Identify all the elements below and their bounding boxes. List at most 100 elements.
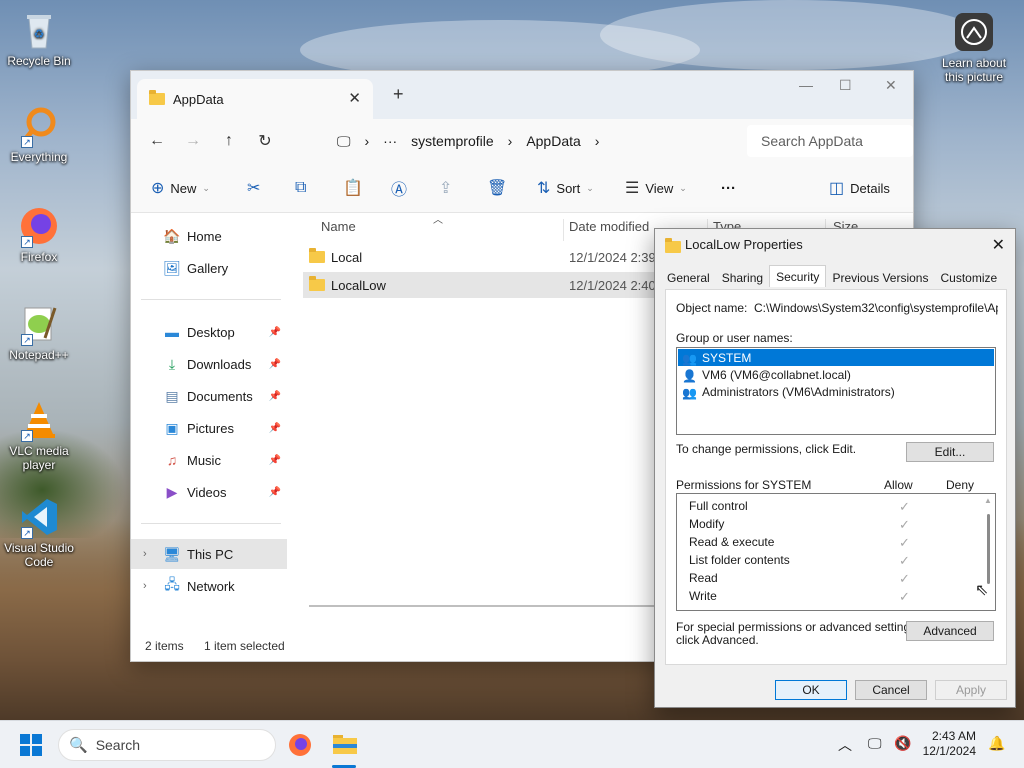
file-date: 12/1/2024 2:39 A — [569, 249, 668, 265]
column-header-name[interactable]: Name — [321, 219, 356, 245]
sidebar-item-network[interactable]: › 🖧 Network — [131, 571, 287, 601]
paste-button[interactable]: 📋 — [343, 163, 363, 213]
apply-button[interactable]: Apply — [935, 680, 1007, 700]
close-tab-icon[interactable]: ✕ — [348, 89, 361, 107]
new-tab-button[interactable]: + — [393, 84, 404, 105]
view-button[interactable]: ☰ View ⌄ — [625, 163, 687, 213]
sidebar-item-this-pc[interactable]: › 🖥 This PC — [131, 539, 287, 569]
new-label: New — [170, 180, 197, 196]
sort-indicator-icon: ︿ — [433, 215, 443, 226]
chevron-down-icon: ⌄ — [679, 182, 687, 193]
mouse-cursor-icon: ⇖ — [975, 582, 989, 599]
sidebar-item-music[interactable]: ♫ Music 📌 — [131, 445, 287, 475]
minimize-icon[interactable]: — — [799, 77, 813, 93]
breadcrumb-systemprofile[interactable]: systemprofile — [411, 133, 493, 149]
document-icon: ▤ — [165, 387, 179, 404]
special-permissions-text-2: click Advanced. — [676, 633, 759, 647]
search-input[interactable]: Search AppData — [747, 125, 913, 157]
item-count: 2 items — [145, 639, 184, 653]
sidebar-item-pictures[interactable]: ▣ Pictures 📌 — [131, 413, 287, 443]
breadcrumb-ellipsis[interactable]: ··· — [383, 133, 397, 149]
desktop-icon-vlc[interactable]: ↗ VLC media player — [1, 400, 77, 472]
chevron-right-icon[interactable]: › — [143, 580, 147, 592]
desktop-icon-notepadpp[interactable]: ↗ Notepad++ — [1, 304, 77, 362]
copy-button[interactable]: ⧉ — [295, 163, 306, 213]
tab-general[interactable]: General — [661, 267, 716, 289]
edit-button[interactable]: Edit... — [906, 442, 994, 462]
back-arrow-icon[interactable]: ← — [139, 132, 175, 150]
chevron-right-icon[interactable]: › — [143, 548, 147, 560]
learn-about-label: Learn about this picture — [941, 56, 1007, 84]
tab-security[interactable]: Security — [769, 265, 827, 287]
details-button[interactable]: ◫ Details — [829, 163, 890, 213]
permission-row: Write ✓ — [689, 589, 989, 607]
sidebar-item-documents[interactable]: ▤ Documents 📌 — [131, 381, 287, 411]
pin-icon[interactable]: 📌 — [269, 327, 281, 338]
taskbar-firefox-icon[interactable] — [288, 733, 312, 757]
desktop-icon-firefox[interactable]: ↗ Firefox — [1, 206, 77, 264]
tab-previous-versions[interactable]: Previous Versions — [826, 267, 934, 289]
user-item-system[interactable]: 👥 SYSTEM — [678, 349, 994, 366]
search-icon: 🔍 — [69, 737, 88, 754]
desktop-icon-everything[interactable]: ↗ Everything — [1, 106, 77, 164]
sidebar-item-label: Videos — [187, 484, 227, 500]
up-arrow-icon[interactable]: ↑ — [211, 132, 247, 150]
sort-button[interactable]: ⇅ Sort ⌄ — [537, 163, 594, 213]
refresh-icon[interactable]: ↻ — [247, 131, 283, 151]
tab-sharing[interactable]: Sharing — [716, 267, 769, 289]
advanced-button[interactable]: Advanced — [906, 621, 994, 641]
share-button[interactable]: ⇪ — [439, 163, 452, 213]
scrollbar-thumb[interactable] — [987, 514, 990, 584]
close-window-icon[interactable]: ✕ — [885, 77, 897, 94]
rename-icon: Ⓐ — [391, 182, 408, 199]
user-item-vm6[interactable]: 👤 VM6 (VM6@collabnet.local) — [678, 366, 994, 383]
cut-button[interactable]: ✂ — [247, 163, 260, 213]
desktop-icon-label: Firefox — [20, 250, 58, 264]
volume-muted-icon[interactable]: 🔇 — [894, 735, 911, 752]
maximize-icon[interactable]: ☐ — [839, 77, 852, 94]
view-label: View — [645, 180, 674, 196]
column-header-date[interactable]: Date modified — [569, 219, 649, 245]
notification-bell-icon[interactable]: 🔔 — [988, 735, 1005, 752]
pin-icon[interactable]: 📌 — [269, 423, 281, 434]
sidebar-item-downloads[interactable]: ⤓ Downloads 📌 — [131, 349, 287, 379]
pin-icon[interactable]: 📌 — [269, 455, 281, 466]
cancel-button[interactable]: Cancel — [855, 680, 927, 700]
sidebar-item-label: Pictures — [187, 420, 234, 436]
sidebar-item-videos[interactable]: ▶ Videos 📌 — [131, 477, 287, 507]
close-dialog-icon[interactable]: ✕ — [992, 235, 1005, 255]
more-options-button[interactable]: ··· — [721, 163, 736, 213]
new-button[interactable]: ⊕ New ⌄ — [151, 163, 210, 213]
pin-icon[interactable]: 📌 — [269, 391, 281, 402]
scroll-up-icon[interactable]: ▲ — [984, 496, 992, 505]
desktop-learn-about-picture[interactable]: Learn about this picture — [936, 12, 1012, 84]
sidebar-item-home[interactable]: 🏠 Home — [131, 221, 287, 251]
user-item-administrators[interactable]: 👥 Administrators (VM6\Administrators) — [678, 383, 994, 400]
column-divider[interactable] — [563, 219, 564, 241]
sidebar-item-gallery[interactable]: 🖼 Gallery — [131, 253, 287, 283]
user-icon: 👤 — [682, 368, 697, 383]
desktop-icon-recycle-bin[interactable]: ♻ Recycle Bin — [1, 10, 77, 68]
ok-button[interactable]: OK — [775, 680, 847, 700]
folder-icon — [309, 248, 325, 263]
clipboard-icon: 📋 — [343, 180, 363, 197]
permission-row: Read & execute ✓ — [689, 535, 989, 553]
chevron-up-icon[interactable]: ︿ — [838, 735, 852, 755]
monitor-icon[interactable]: 🖵 — [337, 133, 351, 150]
desktop-icon-vscode[interactable]: ↗ Visual Studio Code — [1, 497, 77, 569]
tab-customize[interactable]: Customize — [934, 267, 1003, 289]
breadcrumb-appdata[interactable]: AppData — [526, 133, 580, 149]
delete-button[interactable]: 🗑 — [487, 163, 507, 213]
taskbar-search[interactable]: 🔍 Search — [58, 729, 276, 761]
desktop-icon-label: Recycle Bin — [7, 54, 71, 68]
forward-arrow-icon[interactable]: → — [175, 132, 211, 150]
clock[interactable]: 2:43 AM 12/1/2024 — [923, 729, 976, 759]
tab-appdata[interactable]: AppData ✕ — [137, 79, 373, 119]
sidebar-item-desktop[interactable]: ▬ Desktop 📌 — [131, 317, 287, 347]
pin-icon[interactable]: 📌 — [269, 487, 281, 498]
pin-icon[interactable]: 📌 — [269, 359, 281, 370]
taskbar-file-explorer-icon[interactable] — [332, 733, 358, 755]
start-windows-icon[interactable] — [20, 734, 42, 756]
rename-button[interactable]: Ⓐ — [391, 163, 407, 213]
network-status-icon[interactable]: 🖵 — [868, 735, 882, 752]
